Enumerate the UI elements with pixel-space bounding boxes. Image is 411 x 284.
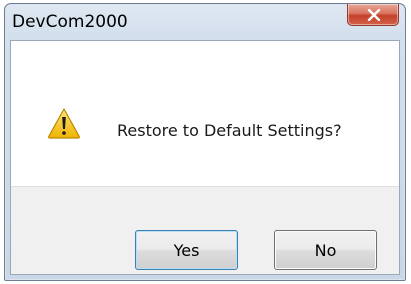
button-bar: Yes No: [11, 186, 399, 274]
no-button[interactable]: No: [274, 230, 377, 270]
yes-button[interactable]: Yes: [135, 230, 238, 270]
dialog-window: DevCom2000 Restore to Default Settings?: [4, 3, 406, 281]
dialog-client-area: Restore to Default Settings? Yes No: [10, 40, 400, 275]
message-area: Restore to Default Settings?: [11, 41, 399, 186]
close-icon: [367, 9, 381, 21]
window-title: DevCom2000: [12, 12, 128, 32]
warning-icon: [48, 108, 80, 139]
close-button[interactable]: [347, 4, 399, 26]
dialog-message: Restore to Default Settings?: [117, 121, 342, 140]
title-bar[interactable]: DevCom2000: [5, 4, 405, 40]
